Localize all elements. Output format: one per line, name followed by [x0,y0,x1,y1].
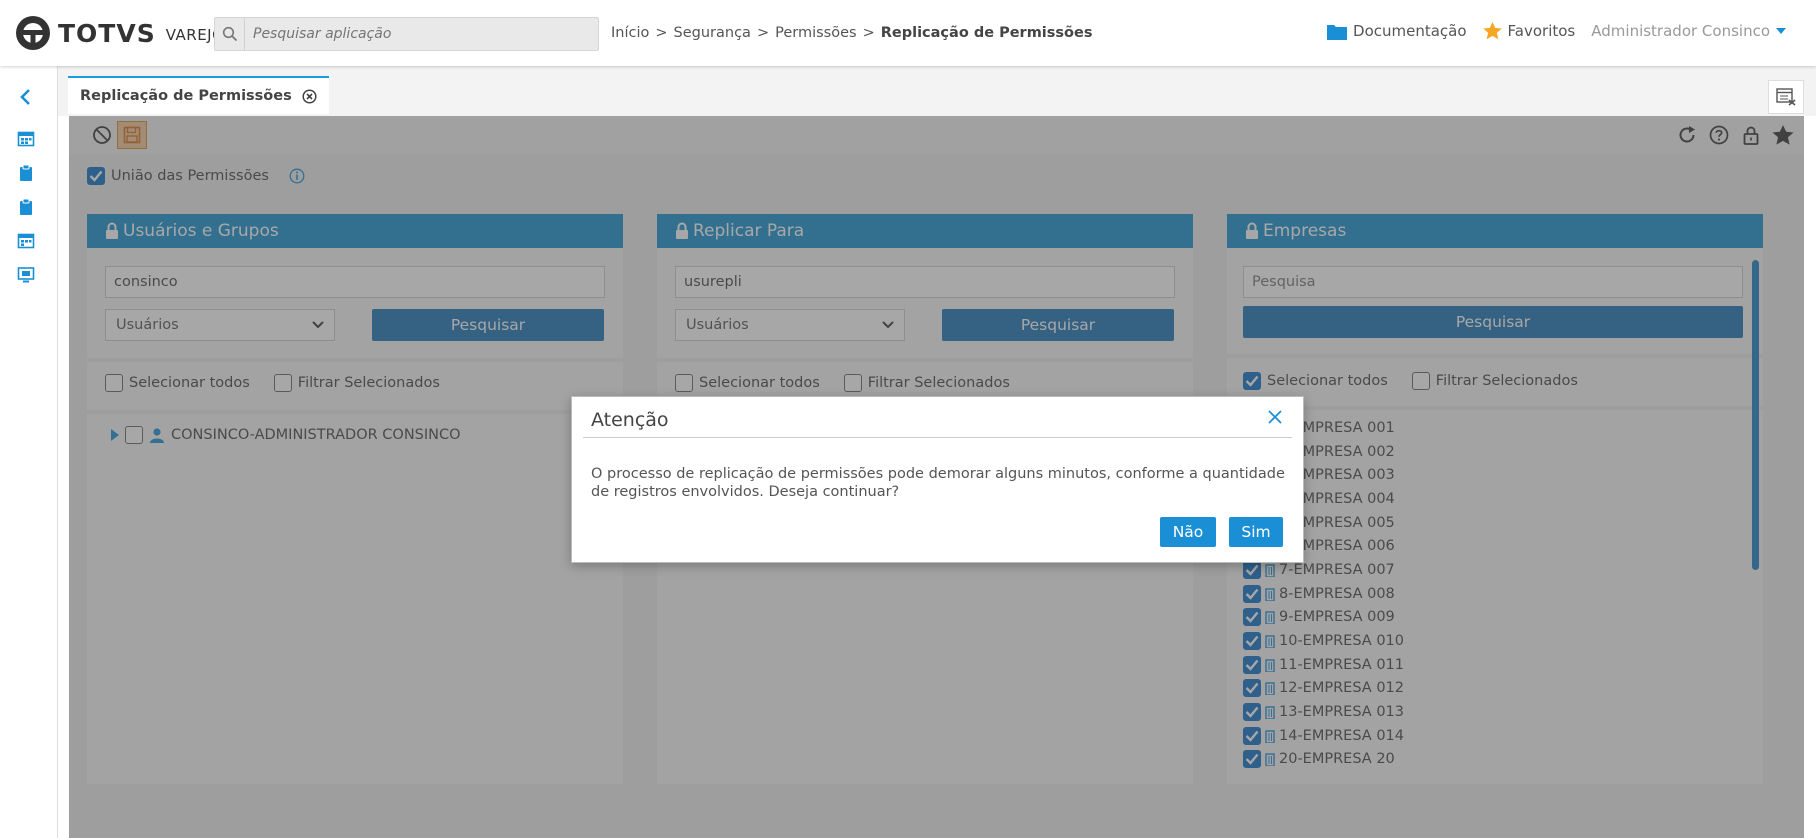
tab-bar: Replicação de Permissões [58,66,1816,116]
breadcrumb-separator: > [655,25,668,41]
dialog-title: Atenção [591,409,669,431]
favorites-link[interactable]: Favoritos [1482,22,1576,40]
dialog-message: O processo de replicação de permissões p… [591,466,1285,500]
breadcrumb-separator: > [756,25,770,41]
search-icon[interactable] [215,18,245,50]
dialog-divider [583,437,1292,438]
logo[interactable]: TOTVS VAREJO [14,14,224,52]
documentation-link[interactable]: Documentação [1327,22,1467,40]
window-close-icon [1776,88,1796,106]
clipboard-icon[interactable] [17,198,35,216]
collapse-chevron-icon[interactable] [17,88,35,106]
app-search [214,17,599,51]
search-input[interactable] [245,18,598,50]
breadcrumb-security[interactable]: Segurança [674,25,751,41]
calendar-icon[interactable] [17,232,35,250]
breadcrumb-separator: > [862,25,875,41]
folder-icon [1327,24,1348,40]
calendar-icon[interactable] [17,130,35,148]
tab-tools-button[interactable] [1768,80,1804,114]
yes-button[interactable]: Sim [1229,517,1283,547]
close-icon[interactable] [1267,409,1283,425]
logo-text: TOTVS [58,18,156,48]
breadcrumb: Início > Segurança > Permissões > Replic… [611,25,1092,41]
breadcrumb-home[interactable]: Início [611,25,649,41]
breadcrumb-current: Replicação de Permissões [880,25,1093,41]
totvs-logo-icon [16,16,50,50]
user-menu[interactable]: Administrador Consinco [1591,22,1786,40]
no-button[interactable]: Não [1160,517,1216,547]
tab-label: Replicação de Permissões [80,88,292,104]
close-circle-icon[interactable] [302,88,317,104]
monitor-icon[interactable] [17,266,35,284]
documentation-label: Documentação [1353,22,1467,40]
left-sidebar [0,66,58,838]
header-actions: Documentação Favoritos Administrador Con… [1327,22,1786,40]
tab-replication[interactable]: Replicação de Permissões [68,76,329,114]
user-name: Administrador Consinco [1591,22,1770,40]
caret-down-icon [1776,28,1786,34]
breadcrumb-permissions[interactable]: Permissões [775,25,856,41]
favorites-label: Favoritos [1507,22,1576,40]
top-bar: TOTVS VAREJO Início > Segurança > Permis… [0,0,1816,66]
clipboard-icon[interactable] [17,164,35,182]
confirm-dialog: Atenção O processo de replicação de perm… [571,396,1304,563]
star-icon [1482,22,1502,40]
